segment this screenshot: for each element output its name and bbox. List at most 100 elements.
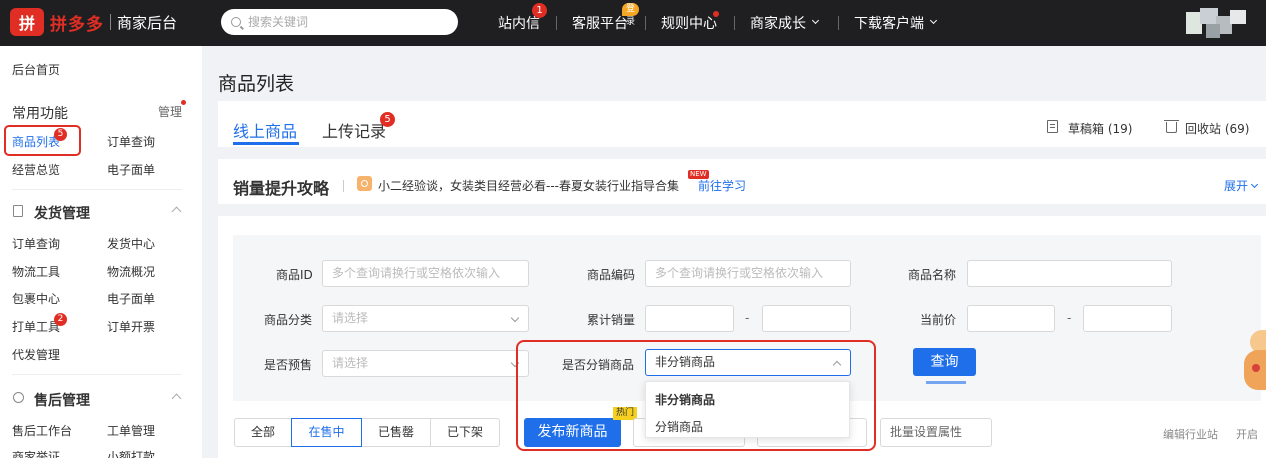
current-price-label: 当前价 <box>920 313 957 327</box>
status-tab-sold-out[interactable]: 已售罄 <box>361 418 431 447</box>
product-name-input[interactable] <box>967 260 1172 287</box>
chevron-down-icon <box>929 16 938 24</box>
price-min-input[interactable] <box>967 305 1055 332</box>
sidebar-item-logistics-overview[interactable]: 物流概况 <box>107 263 155 280</box>
sidebar-item-home[interactable]: 后台首页 <box>12 61 60 78</box>
status-tab-all[interactable]: 全部 <box>234 418 292 447</box>
sales-tips-text: 小二经验谈，女装类目经营必看---春夏女装行业指导合集 <box>378 179 679 193</box>
product-category-label: 商品分类 <box>264 313 313 327</box>
presale-select[interactable]: 请选择 <box>322 350 529 377</box>
draft-box-icon <box>1047 120 1058 133</box>
sidebar-item-shipping-center[interactable]: 发货中心 <box>107 235 155 252</box>
logo-divider <box>110 14 111 30</box>
shipping-section-title[interactable]: 发货管理 <box>34 203 90 223</box>
pinduoduo-logo-icon: 拼 <box>10 8 44 36</box>
sidebar-item-merchant-evidence[interactable]: 商家举证 <box>12 448 60 458</box>
mascot-illustration <box>1244 330 1266 398</box>
tab-online-products[interactable]: 线上商品 <box>233 118 297 142</box>
active-tab-indicator <box>233 142 299 145</box>
sidebar-item-dropship-management[interactable]: 代发管理 <box>12 346 60 363</box>
nav-divider <box>645 16 646 30</box>
nav-divider <box>734 16 735 30</box>
nav-divider <box>838 16 839 30</box>
logo-subtitle: 商家后台 <box>117 13 178 32</box>
expand-label: 展开 <box>1224 179 1249 193</box>
recycle-bin-link[interactable]: 回收站 (69) <box>1185 120 1249 137</box>
presale-placeholder: 请选择 <box>332 356 369 370</box>
global-search[interactable] <box>221 9 458 35</box>
chevron-up-icon[interactable] <box>171 393 182 404</box>
chevron-down-icon <box>1250 180 1259 189</box>
divider <box>12 189 182 190</box>
avatar[interactable] <box>1186 8 1250 38</box>
nav-rules-center[interactable]: 规则中心 <box>661 0 719 46</box>
presale-label: 是否预售 <box>264 358 313 372</box>
annotation-highlight-box <box>516 340 876 451</box>
shipping-icon <box>13 205 23 217</box>
go-learn-link[interactable]: 前往学习 <box>698 177 746 194</box>
batch-set-attributes-button[interactable]: 批量设置属性 <box>880 418 992 447</box>
sidebar-item-ticket-management[interactable]: 工单管理 <box>107 422 155 439</box>
query-button[interactable]: 查询 <box>913 348 976 376</box>
product-name-label: 商品名称 <box>908 268 957 282</box>
divider <box>12 374 182 375</box>
sidebar-item-business-overview[interactable]: 经营总览 <box>12 161 60 178</box>
manage-link[interactable]: 管理 <box>158 103 182 120</box>
sidebar-item-package-center[interactable]: 包裹中心 <box>12 290 60 307</box>
sidebar-item-small-payment[interactable]: 小额打款 <box>107 448 155 458</box>
nav-customer-service[interactable]: 客服平台 登录 <box>572 0 640 46</box>
expand-toggle[interactable]: 展开 <box>1224 177 1259 194</box>
industry-open-link[interactable]: 开启 <box>1236 426 1258 442</box>
range-separator: - <box>745 311 750 325</box>
manage-notification-dot <box>181 100 186 105</box>
rules-notification-dot <box>713 11 719 17</box>
sidebar-item-e-waybill[interactable]: 电子面单 <box>107 161 155 178</box>
logo[interactable]: 拼 拼多多 商家后台 <box>10 8 177 36</box>
chevron-down-icon <box>510 313 520 323</box>
sales-min-input[interactable] <box>645 305 734 332</box>
sales-tips-title: 销量提升攻略 <box>233 179 330 198</box>
sidebar-item-order-query[interactable]: 订单查询 <box>12 235 60 252</box>
nav-customer-service-label: 客服平台 <box>572 16 628 32</box>
chevron-down-icon <box>811 16 820 24</box>
divider <box>343 180 344 192</box>
sidebar-item-print-tool[interactable]: 打单工具 <box>12 318 60 335</box>
chevron-up-icon[interactable] <box>171 206 182 217</box>
price-max-input[interactable] <box>1083 305 1172 332</box>
aftersale-section-title[interactable]: 售后管理 <box>34 390 90 410</box>
sidebar: 后台首页 常用功能 管理 商品列表 5 订单查询 经营总览 电子面单 发货管理 … <box>0 46 202 458</box>
sidebar-item-order-invoice[interactable]: 订单开票 <box>107 318 155 335</box>
inbox-count-badge: 1 <box>532 3 547 18</box>
sidebar-item-e-waybill[interactable]: 电子面单 <box>107 290 155 307</box>
sidebar-item-logistics-tools[interactable]: 物流工具 <box>12 263 60 280</box>
category-placeholder: 请选择 <box>332 311 369 325</box>
status-tab-on-sale[interactable]: 在售中 <box>291 418 362 447</box>
nav-merchant-growth[interactable]: 商家成长 <box>750 0 820 46</box>
query-button-shadow <box>926 381 966 384</box>
product-category-select[interactable]: 请选择 <box>322 305 529 332</box>
search-input[interactable] <box>248 15 438 29</box>
nav-download-client[interactable]: 下载客户端 <box>854 0 938 46</box>
trash-icon <box>1164 120 1179 133</box>
check-circle-icon <box>13 392 24 403</box>
nav-inbox[interactable]: 站内信 1 <box>498 0 547 46</box>
draft-box-link[interactable]: 草稿箱 (19) <box>1068 120 1132 137</box>
sales-max-input[interactable] <box>762 305 851 332</box>
top-navigation-bar: 拼 拼多多 商家后台 站内信 1 客服平台 登录 规则中心 商家成长 下载客户端 <box>0 0 1266 46</box>
logo-name: 拼多多 <box>50 14 104 35</box>
nav-download-client-label: 下载客户端 <box>854 16 924 32</box>
page-title: 商品列表 <box>218 73 295 95</box>
cumulative-sales-label: 累计销量 <box>587 313 636 327</box>
industry-station-link[interactable]: 编辑行业站 <box>1163 426 1218 442</box>
sidebar-item-order-query[interactable]: 订单查询 <box>107 133 155 150</box>
annotation-highlight-box <box>4 125 81 156</box>
status-tab-delisted[interactable]: 已下架 <box>430 418 500 447</box>
range-separator: - <box>1067 311 1072 325</box>
login-tag-badge: 登录 <box>622 3 640 27</box>
tab-upload-records[interactable]: 上传记录 <box>322 118 386 142</box>
sidebar-item-aftersale-workbench[interactable]: 售后工作台 <box>12 422 72 439</box>
product-code-label: 商品编码 <box>587 268 636 282</box>
product-code-input[interactable]: 多个查询请换行或空格依次输入 <box>645 260 851 287</box>
product-id-input[interactable]: 多个查询请换行或空格依次输入 <box>322 260 529 287</box>
nav-rules-center-label: 规则中心 <box>661 16 717 32</box>
